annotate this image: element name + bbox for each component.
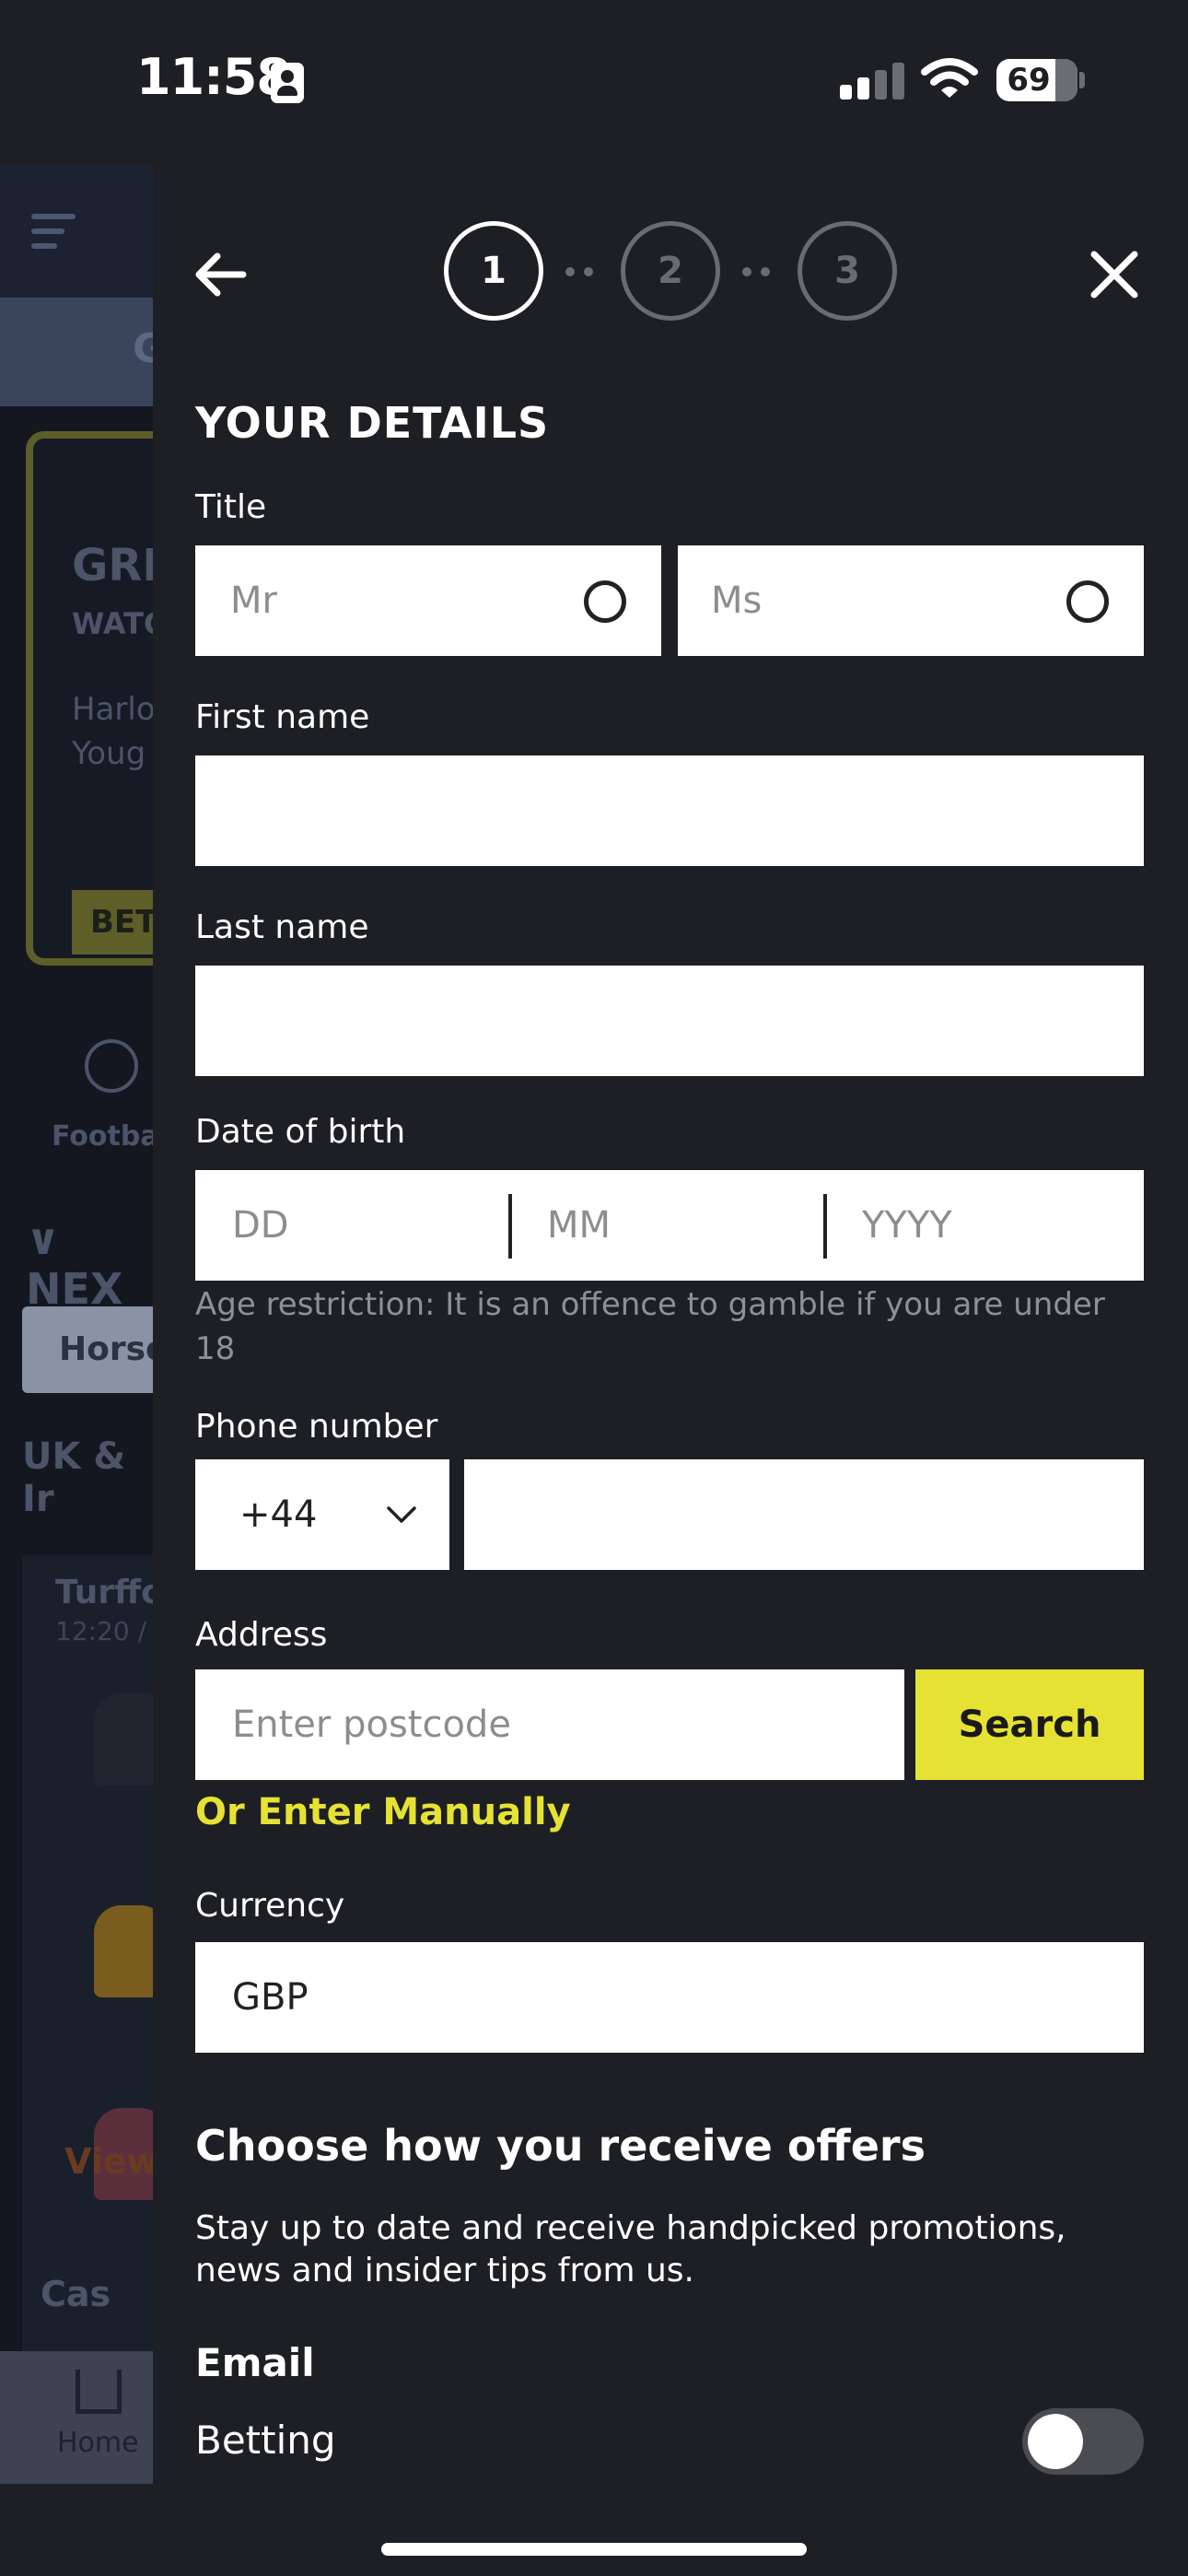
bg-view-link: View xyxy=(64,2141,153,2182)
dob-year-input[interactable]: YYYY xyxy=(862,1170,952,1281)
bg-bottom-nav: Home xyxy=(0,2351,153,2484)
step-2: 2 xyxy=(621,221,720,321)
chevron-down-icon xyxy=(387,1506,416,1523)
title-option-ms[interactable]: Ms xyxy=(678,545,1144,656)
bg-sport-label: Footba xyxy=(52,1120,153,1153)
bg-race-card: Turffo 12:20 / xyxy=(22,1555,153,2375)
last-name-label: Last name xyxy=(195,908,369,946)
phone-number-input[interactable] xyxy=(464,1459,1144,1570)
step-1: 1 xyxy=(444,221,543,321)
contact-card-icon xyxy=(271,63,304,103)
toggle-knob xyxy=(1028,2414,1083,2469)
search-button[interactable]: Search xyxy=(915,1669,1144,1780)
bg-race-title: Turffo xyxy=(55,1574,153,1611)
step-dot xyxy=(584,267,593,276)
bg-card-button: BET xyxy=(72,890,153,954)
dob-field: DD MM YYYY xyxy=(195,1170,1144,1281)
close-icon[interactable] xyxy=(1085,245,1144,304)
step-dot xyxy=(742,267,751,276)
radio-icon xyxy=(584,580,626,623)
step-dot xyxy=(565,267,575,276)
home-indicator[interactable] xyxy=(381,2543,807,2556)
cellular-signal-icon xyxy=(840,61,906,100)
title-option-mr[interactable]: Mr xyxy=(195,545,661,656)
dob-month-input[interactable]: MM xyxy=(547,1170,611,1281)
dob-label: Date of birth xyxy=(195,1113,406,1151)
age-restriction-note: Age restriction: It is an offence to gam… xyxy=(195,1286,1105,1367)
battery-icon: 69 xyxy=(996,59,1077,101)
step-dot xyxy=(761,267,770,276)
title-label: Title xyxy=(195,488,267,526)
phone-code-value: +44 xyxy=(239,1493,318,1536)
betting-label: Betting xyxy=(195,2418,336,2463)
dob-divider xyxy=(823,1194,827,1259)
bg-promo-card: GRE WATC Harlo Youg BET xyxy=(26,431,153,966)
title-option-ms-label: Ms xyxy=(711,580,763,622)
jockey-silk-icon xyxy=(94,1905,153,1997)
first-name-input[interactable] xyxy=(195,755,1144,866)
bg-race-time: 12:20 / xyxy=(55,1616,147,1646)
dob-day-input[interactable]: DD xyxy=(232,1170,289,1281)
battery-cap xyxy=(1079,72,1085,88)
section-heading: YOUR DETAILS xyxy=(195,398,550,448)
football-icon xyxy=(85,1039,138,1093)
radio-icon xyxy=(1066,580,1109,623)
battery-level: 69 xyxy=(1007,62,1051,99)
status-time: 11:58 xyxy=(136,48,291,106)
step-3: 3 xyxy=(798,221,897,321)
postcode-placeholder: Enter postcode xyxy=(232,1704,511,1746)
home-indicator-area xyxy=(0,2484,1188,2576)
offers-title: Choose how you receive offers xyxy=(195,2121,926,2171)
enter-manually-link[interactable]: Or Enter Manually xyxy=(195,1791,571,1833)
dob-divider xyxy=(508,1194,512,1259)
home-icon xyxy=(76,2370,122,2414)
jockey-silk-icon xyxy=(94,1693,153,1786)
email-label: Email xyxy=(195,2340,315,2385)
bg-section-title: ∨ NEX xyxy=(26,1214,153,1314)
menu-search-icon xyxy=(31,212,96,252)
phone-code-select[interactable]: +44 xyxy=(195,1459,449,1570)
wifi-icon xyxy=(921,58,978,98)
bg-card-subtitle: WATC xyxy=(72,606,153,641)
address-label: Address xyxy=(195,1616,328,1654)
bg-tab-bar: G xyxy=(0,298,153,406)
title-option-mr-label: Mr xyxy=(230,580,277,622)
bg-horse-tab: Horse xyxy=(22,1306,153,1393)
bg-nav-home-label: Home xyxy=(57,2427,139,2459)
status-bar: 11:58 69 xyxy=(0,0,1188,164)
bg-card-title: GRE xyxy=(72,540,153,591)
bg-horse-tab-label: Horse xyxy=(59,1330,153,1368)
currency-value: GBP xyxy=(232,1976,309,2019)
postcode-input[interactable]: Enter postcode xyxy=(195,1669,904,1780)
currency-label: Currency xyxy=(195,1887,345,1925)
bg-card-text: Harlo Youg xyxy=(72,691,153,772)
offers-description: Stay up to date and receive handpicked p… xyxy=(195,2209,1066,2289)
currency-field: GBP xyxy=(195,1942,1144,2053)
last-name-input[interactable] xyxy=(195,966,1144,1076)
phone-label: Phone number xyxy=(195,1408,438,1446)
registration-panel: 1 2 3 YOUR DETAILS Title Mr Ms First nam… xyxy=(153,164,1188,2484)
bg-tab-text: G xyxy=(133,325,153,372)
bg-region-label: UK & Ir xyxy=(22,1435,126,1520)
betting-email-toggle[interactable] xyxy=(1022,2408,1144,2475)
background-app: G GRE WATC Harlo Youg BET Footba ∨ NEX H… xyxy=(0,164,153,2484)
bg-top-bar xyxy=(0,164,153,298)
first-name-label: First name xyxy=(195,698,370,736)
back-arrow-icon[interactable] xyxy=(190,245,249,304)
chevron-down-icon: ∨ xyxy=(26,1214,61,1264)
bg-casino-label: Cas xyxy=(41,2274,111,2314)
